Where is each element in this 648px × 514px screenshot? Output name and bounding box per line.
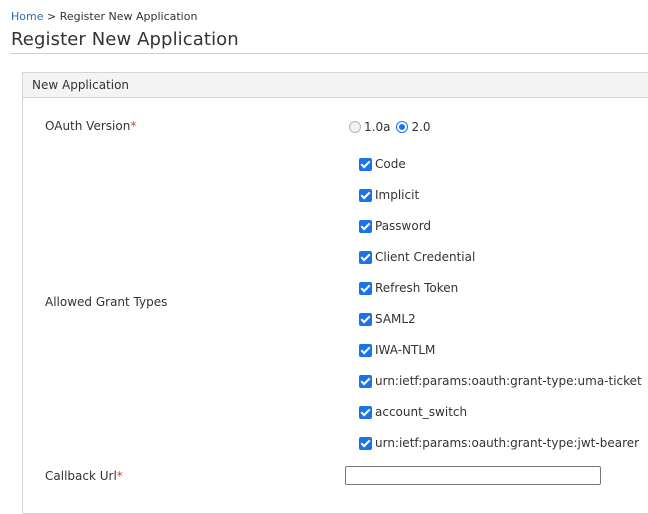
grant-type-jwt-bearer[interactable]: urn:ietf:params:oauth:grant-type:jwt-bea… [359,436,639,450]
grant-type-code[interactable]: Code [359,157,406,171]
grant-type-refresh-token[interactable]: Refresh Token [359,281,458,295]
page-title: Register New Application [11,29,239,50]
grant-type-label: account_switch [375,405,468,419]
checkbox-account-switch[interactable] [359,405,372,419]
grant-type-label: urn:ietf:params:oauth:grant-type:uma-tic… [375,374,642,388]
grant-type-account-switch[interactable]: account_switch [359,405,467,419]
checkbox-client-credential[interactable] [359,250,372,264]
grant-type-password[interactable]: Password [359,219,431,233]
oauth-version-label: OAuth Version* [45,119,136,133]
checkbox-iwa-ntlm[interactable] [359,343,372,357]
grant-type-iwa-ntlm[interactable]: IWA-NTLM [359,343,435,357]
breadcrumb-home-link[interactable]: Home [11,10,43,23]
panel-header: New Application [23,73,648,98]
title-divider [10,53,648,54]
oauth-version-radio-2-0[interactable] [396,121,409,133]
callback-url-label: Callback Url* [45,469,123,483]
callback-url-input[interactable] [345,466,601,485]
checkbox-code[interactable] [359,157,372,171]
grant-type-label: SAML2 [375,312,416,326]
checkbox-refresh-token[interactable] [359,281,372,295]
breadcrumb-current: Register New Application [59,10,198,23]
checkbox-saml2[interactable] [359,312,372,326]
checkbox-jwt-bearer[interactable] [359,436,372,450]
grant-type-label: Implicit [375,188,420,202]
grant-type-label: Password [375,219,432,233]
allowed-grant-types-label: Allowed Grant Types [45,295,168,309]
oauth-version-radio-1-0a[interactable] [349,121,361,133]
oauth-version-option-2-0-label: 2.0 [411,120,431,134]
checkbox-implicit[interactable] [359,188,372,202]
grant-type-label: Client Credential [375,250,476,264]
grant-type-saml2[interactable]: SAML2 [359,312,416,326]
grant-type-implicit[interactable]: Implicit [359,188,419,202]
breadcrumb-separator: > [46,10,57,23]
oauth-version-options: 1.0a 2.0 [349,120,437,134]
required-mark: * [130,119,137,133]
grant-type-label: IWA-NTLM [375,343,436,357]
checkbox-password[interactable] [359,219,372,233]
oauth-version-option-1-0a-label: 1.0a [364,120,391,134]
breadcrumb: Home > Register New Application [11,10,197,23]
grant-type-uma-ticket[interactable]: urn:ietf:params:oauth:grant-type:uma-tic… [359,374,642,388]
grant-type-label: Refresh Token [375,281,459,295]
grant-type-label: urn:ietf:params:oauth:grant-type:jwt-bea… [375,436,640,450]
grant-type-client-credential[interactable]: Client Credential [359,250,475,264]
callback-url-label-text: Callback Url [45,469,117,483]
required-mark: * [116,469,123,483]
oauth-version-label-text: OAuth Version [45,119,131,133]
checkbox-uma-ticket[interactable] [359,374,372,388]
grant-type-label: Code [375,157,406,171]
